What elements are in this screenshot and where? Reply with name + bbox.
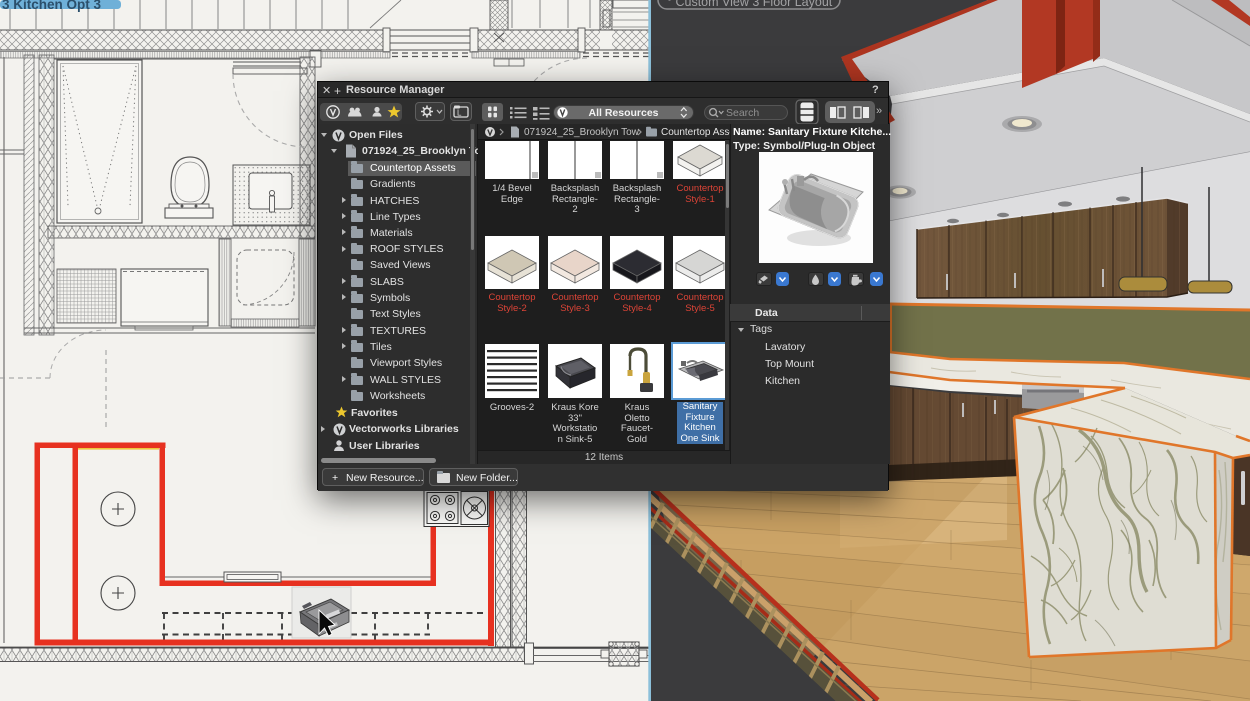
svg-text:3 Kitchen Opt 3: 3 Kitchen Opt 3	[2, 0, 102, 12]
svg-text:° Custom View 3 Floor Layout: ° Custom View 3 Floor Layout	[667, 0, 833, 9]
svg-text:L: L	[457, 109, 462, 118]
